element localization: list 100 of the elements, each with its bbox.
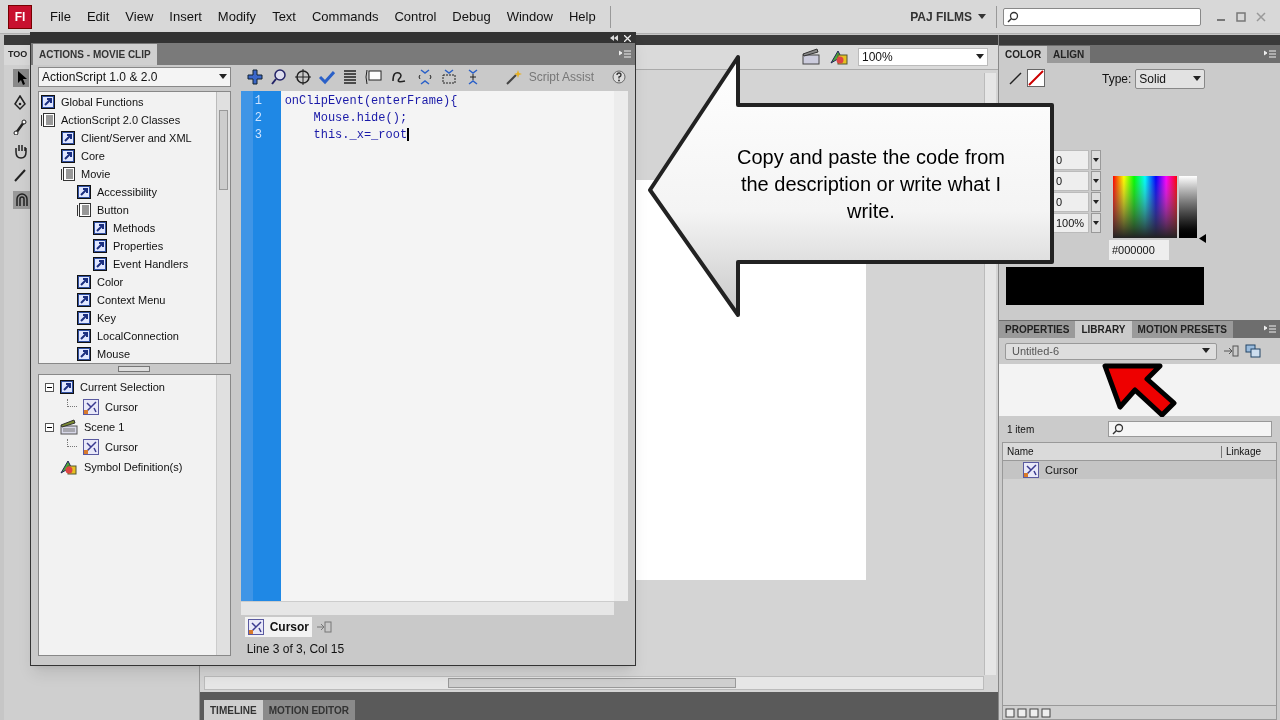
check-icon[interactable] bbox=[318, 69, 335, 85]
menu-item[interactable]: Debug bbox=[444, 4, 499, 29]
menu-item[interactable]: Modify bbox=[209, 4, 265, 29]
column-header[interactable]: Name bbox=[1003, 444, 1221, 459]
collapse-toggle-icon[interactable] bbox=[45, 382, 54, 392]
book-icon bbox=[41, 113, 55, 127]
bone-tool-icon[interactable] bbox=[13, 119, 27, 135]
toolbox-item[interactable]: Global Functions bbox=[61, 93, 144, 111]
arrow-square-icon bbox=[41, 95, 55, 109]
comment-icon[interactable] bbox=[364, 69, 383, 85]
navigator-item[interactable]: Current Selection bbox=[80, 378, 165, 396]
timeline-tab[interactable]: MOTION EDITOR bbox=[262, 700, 356, 720]
stroke-color-icon[interactable] bbox=[1009, 71, 1023, 85]
panel-tab[interactable]: MOTION PRESETS bbox=[1131, 321, 1233, 338]
callout-text: Copy and paste the code from the description or write what I write. bbox=[736, 145, 1006, 224]
menu-item[interactable]: Edit bbox=[78, 4, 118, 29]
collapse-braces-icon[interactable] bbox=[416, 69, 433, 85]
toolbox-item[interactable]: LocalConnection bbox=[97, 327, 179, 345]
selection-tool-icon[interactable] bbox=[13, 69, 29, 87]
pen-tool-icon[interactable] bbox=[13, 95, 27, 111]
toolbox-item[interactable]: Client/Server and XML bbox=[81, 129, 192, 147]
panel-tab[interactable]: TOO bbox=[8, 48, 28, 62]
slider-thumb[interactable] bbox=[1199, 234, 1206, 243]
script-tab[interactable]: Cursor bbox=[244, 617, 312, 637]
navigator-item[interactable]: Symbol Definition(s) bbox=[84, 458, 183, 476]
vertical-scrollbar[interactable] bbox=[614, 91, 628, 601]
menu-item[interactable]: Text bbox=[264, 4, 304, 29]
target-icon[interactable] bbox=[294, 69, 311, 85]
panel-tab[interactable]: ACTIONS - MOVIE CLIP bbox=[33, 44, 157, 65]
toolbox-item[interactable]: ActionScript 2.0 Classes bbox=[61, 111, 181, 129]
magic-wand-icon bbox=[504, 69, 523, 85]
align-lines-icon[interactable] bbox=[342, 69, 357, 85]
search-field[interactable] bbox=[1003, 7, 1201, 26]
search-icon[interactable] bbox=[270, 69, 287, 85]
type-select[interactable]: Solid bbox=[1135, 69, 1206, 89]
panel-tab[interactable]: COLOR bbox=[999, 46, 1048, 63]
number-field[interactable]: 100% bbox=[1053, 213, 1089, 233]
panel-menu-icon[interactable] bbox=[619, 50, 631, 58]
help-icon[interactable] bbox=[612, 70, 626, 84]
menu-item[interactable]: Window bbox=[498, 4, 561, 29]
menu-item[interactable]: Control bbox=[386, 4, 445, 29]
clapperboard-icon bbox=[60, 419, 78, 435]
toolbox-item[interactable]: Button bbox=[97, 201, 129, 219]
toolbox-item[interactable]: Context Menu bbox=[97, 291, 166, 309]
color-spectrum[interactable] bbox=[1113, 176, 1177, 238]
menu-item[interactable]: Insert bbox=[161, 4, 210, 29]
menu-item[interactable]: Help bbox=[560, 4, 604, 29]
toolbox-item[interactable]: Movie bbox=[81, 165, 111, 183]
number-field[interactable]: 0 bbox=[1053, 171, 1089, 191]
document-select[interactable]: Untitled-6 bbox=[1005, 342, 1217, 360]
menu-item[interactable]: View bbox=[117, 4, 162, 29]
toolbox-item[interactable]: Core bbox=[81, 147, 105, 165]
workspace-switcher[interactable]: PAJ FILMS bbox=[910, 7, 986, 26]
panel-menu-icon[interactable] bbox=[1264, 50, 1276, 58]
number-field[interactable]: 0 bbox=[1053, 150, 1089, 170]
pin-script-icon[interactable] bbox=[316, 620, 332, 634]
panel-tab[interactable]: PROPERTIES bbox=[999, 321, 1076, 338]
search-field[interactable] bbox=[1107, 421, 1272, 437]
code-editor[interactable]: 1 2 3 onClipEvent(enterFrame){ Mouse.hide(); this._x=_root bbox=[240, 91, 628, 601]
column-header[interactable]: Linkage bbox=[1226, 444, 1262, 459]
magnet-tool-icon[interactable] bbox=[13, 191, 31, 209]
hex-field[interactable]: #000000 bbox=[1109, 240, 1169, 260]
horizontal-scrollbar[interactable] bbox=[204, 676, 984, 690]
version-select[interactable]: ActionScript 1.0 & 2.0 bbox=[38, 67, 231, 87]
toolbox-item[interactable]: Accessibility bbox=[97, 183, 157, 201]
toolbox-item[interactable]: Event Handlers bbox=[113, 255, 189, 273]
navigator-item[interactable]: Cursor bbox=[105, 398, 138, 416]
collapse-selection-icon[interactable] bbox=[440, 69, 457, 85]
vertical-scrollbar[interactable] bbox=[215, 375, 230, 655]
vertical-scrollbar[interactable] bbox=[215, 92, 230, 363]
splitter-handle[interactable] bbox=[118, 366, 151, 372]
timeline-tab[interactable]: TIMELINE bbox=[204, 700, 263, 720]
toolbox-item[interactable]: Key bbox=[97, 309, 116, 327]
code-line: onClipEvent(enterFrame){ bbox=[284, 93, 458, 109]
toolbox-item[interactable]: Color bbox=[97, 273, 124, 291]
zoom-select[interactable]: 100% bbox=[858, 48, 988, 66]
app-logo[interactable]: Fl bbox=[8, 4, 32, 29]
horizontal-scrollbar[interactable] bbox=[240, 601, 614, 615]
menu-item[interactable]: File bbox=[42, 4, 79, 29]
hand-tool-icon[interactable] bbox=[13, 143, 29, 159]
add-icon[interactable] bbox=[246, 69, 263, 85]
panel-menu-icon[interactable] bbox=[1264, 325, 1276, 333]
panel-tab[interactable]: LIBRARY bbox=[1075, 321, 1132, 338]
collapse-toggle-icon[interactable] bbox=[45, 422, 54, 432]
number-field[interactable]: 0 bbox=[1053, 192, 1089, 212]
panel-tab[interactable]: ALIGN bbox=[1047, 46, 1091, 63]
toolbox-item[interactable]: Mouse bbox=[97, 345, 131, 363]
toolbox-item[interactable]: Methods bbox=[113, 219, 156, 237]
maximize-icon[interactable] bbox=[1236, 11, 1246, 22]
no-color-swatch-icon[interactable] bbox=[1027, 69, 1045, 87]
toolbox-item[interactable]: Properties bbox=[113, 237, 164, 255]
pencil-tool-icon[interactable] bbox=[13, 167, 27, 183]
arrow-square-icon bbox=[77, 293, 91, 307]
line-number: 2 bbox=[253, 110, 263, 126]
navigator-item[interactable]: Cursor bbox=[105, 438, 138, 456]
new-panel-icon[interactable] bbox=[1245, 344, 1261, 358]
library-row[interactable]: Cursor bbox=[1003, 461, 1276, 479]
pin-icon[interactable] bbox=[1223, 345, 1239, 357]
menu-item[interactable]: Commands bbox=[303, 4, 387, 29]
navigator-item[interactable]: Scene 1 bbox=[84, 418, 125, 436]
